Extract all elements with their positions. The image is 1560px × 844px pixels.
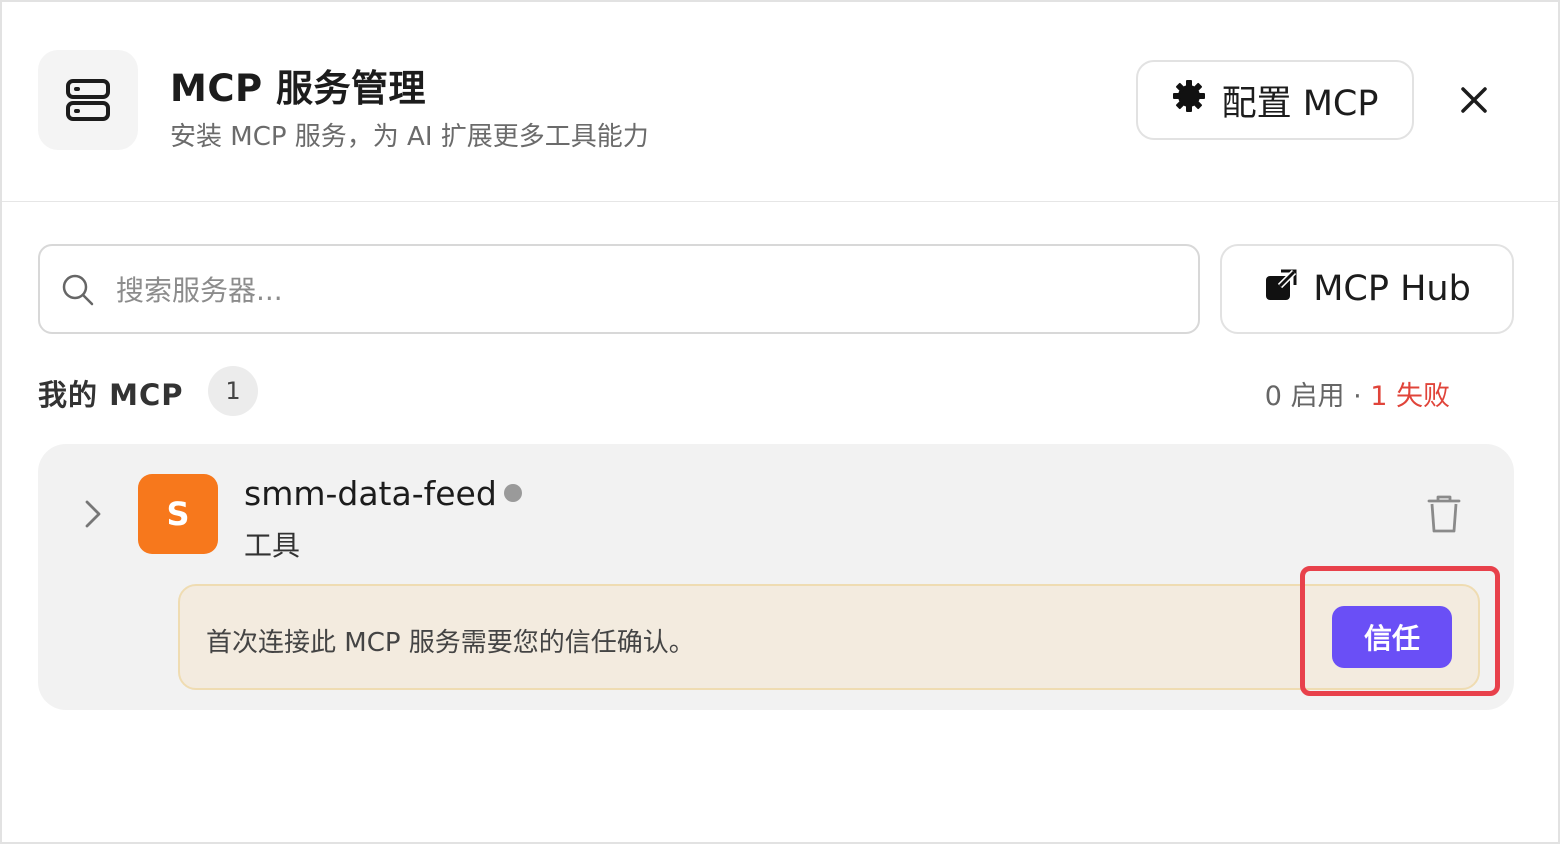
server-avatar: S xyxy=(138,474,218,554)
page-subtitle: 安装 MCP 服务，为 AI 扩展更多工具能力 xyxy=(170,122,649,152)
config-mcp-label: 配置 MCP xyxy=(1221,83,1379,124)
stats-failed: 1 失败 xyxy=(1370,381,1450,412)
server-stats: 0 启用 · 1 失败 xyxy=(1265,374,1450,413)
trust-banner: 首次连接此 MCP 服务需要您的信任确认。 信任 xyxy=(178,584,1480,690)
search-box[interactable] xyxy=(38,244,1200,334)
server-type: 工具 xyxy=(244,529,301,562)
mcp-hub-button[interactable]: MCP Hub xyxy=(1220,244,1514,334)
mcp-dialog: MCP 服务管理 安装 MCP 服务，为 AI 扩展更多工具能力 配置 MCP … xyxy=(0,0,1560,844)
search-icon xyxy=(62,274,94,306)
trust-button[interactable]: 信任 xyxy=(1332,606,1452,668)
page-title: MCP 服务管理 xyxy=(170,67,426,110)
gear-icon xyxy=(1172,79,1206,122)
stats-separator: · xyxy=(1344,381,1371,412)
server-stack-icon xyxy=(38,50,138,150)
server-card: S smm-data-feed 工具 首次连接此 MCP 服务需要您的信任确认。… xyxy=(38,444,1514,710)
search-input[interactable] xyxy=(116,262,1176,318)
close-button[interactable] xyxy=(1448,74,1500,126)
external-link-icon xyxy=(1263,267,1299,312)
trash-icon xyxy=(1427,495,1461,533)
config-mcp-button[interactable]: 配置 MCP xyxy=(1136,60,1414,140)
section-title: 我的 MCP xyxy=(38,378,184,412)
count-badge: 1 xyxy=(208,366,258,416)
server-name: smm-data-feed xyxy=(244,474,497,513)
dialog-header: MCP 服务管理 安装 MCP 服务，为 AI 扩展更多工具能力 配置 MCP xyxy=(2,2,1558,202)
trust-message: 首次连接此 MCP 服务需要您的信任确认。 xyxy=(206,628,695,658)
status-indicator xyxy=(504,484,522,502)
stats-enabled: 0 启用 xyxy=(1264,381,1345,412)
close-icon xyxy=(1461,87,1487,113)
chevron-right-icon xyxy=(85,500,101,528)
mcp-hub-label: MCP Hub xyxy=(1313,269,1471,309)
delete-button[interactable] xyxy=(1426,494,1462,534)
expand-button[interactable] xyxy=(78,496,108,536)
